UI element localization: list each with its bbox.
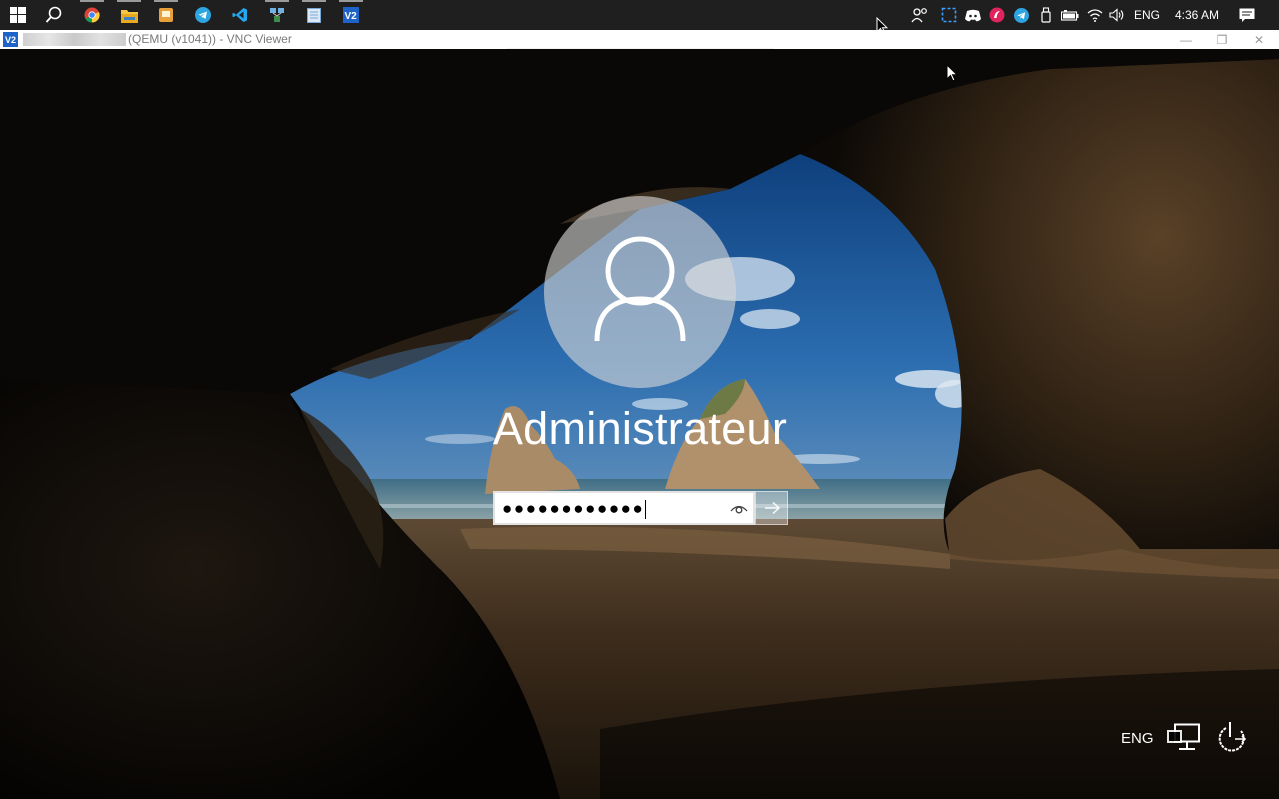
password-field[interactable]: ●●●●●●●●●●●●: [493, 491, 755, 525]
search-button[interactable]: [38, 3, 70, 27]
lockscreen-language[interactable]: ENG: [1121, 730, 1154, 747]
taskbar-app-telegram[interactable]: [187, 3, 219, 27]
reveal-password-icon[interactable]: [729, 499, 749, 519]
vscode-icon: [232, 8, 247, 22]
close-button[interactable]: ✕: [1241, 30, 1277, 49]
vnc-window-titlebar[interactable]: V2 (QEMU (v1041)) - VNC Viewer — ❐ ✕: [0, 30, 1279, 49]
username: Administrateur: [492, 403, 788, 454]
tray-language[interactable]: ENG: [1130, 0, 1164, 30]
tray-volume-button[interactable]: [1106, 0, 1128, 30]
notepad-icon: [307, 8, 321, 23]
battery-icon: [1061, 9, 1079, 21]
minimize-button[interactable]: —: [1168, 30, 1204, 49]
app-red-icon: [989, 7, 1005, 23]
power-options-icon[interactable]: [1214, 722, 1250, 754]
tray-battery-button[interactable]: [1058, 0, 1082, 30]
tray-discord-button[interactable]: [962, 0, 984, 30]
tray-snip-button[interactable]: [938, 0, 960, 30]
taskbar-app-network[interactable]: [261, 0, 293, 27]
taskbar-app-vscode[interactable]: [224, 3, 256, 27]
telegram-tray-icon: [1013, 7, 1029, 23]
tray-clock[interactable]: 4:36 AM: [1166, 0, 1228, 30]
start-button[interactable]: [2, 3, 34, 27]
chrome-icon: [84, 7, 100, 23]
password-value: ●●●●●●●●●●●●: [502, 499, 647, 520]
tray-people-button[interactable]: [908, 0, 932, 30]
tray-language-label: ENG: [1133, 8, 1160, 22]
action-center-button[interactable]: [1234, 0, 1260, 30]
taskbar-app-orange[interactable]: [150, 0, 182, 27]
telegram-icon: [195, 7, 211, 23]
tray-clock-time: 4:36 AM: [1174, 8, 1220, 22]
user-icon: [594, 236, 686, 342]
maximize-button[interactable]: ❐: [1204, 30, 1240, 49]
discord-icon: [965, 9, 981, 21]
people-icon: [911, 8, 927, 23]
snip-icon: [941, 7, 957, 23]
vnc-logo-icon: V2: [3, 32, 18, 47]
remote-mouse-pointer-icon: [946, 64, 958, 82]
network-status-icon[interactable]: [1166, 723, 1201, 754]
tray-usb-button[interactable]: [1036, 0, 1056, 30]
app-icon: [159, 8, 173, 22]
taskbar-app-chrome[interactable]: [76, 0, 108, 27]
folder-icon: [120, 9, 138, 23]
svg-text:V2: V2: [345, 11, 358, 22]
vnc-viewer-icon: V2: [343, 7, 359, 23]
tray-app-red-button[interactable]: [986, 0, 1008, 30]
search-icon: [45, 6, 62, 23]
volume-icon: [1109, 8, 1124, 22]
taskbar-app-file-explorer[interactable]: [113, 0, 145, 27]
user-avatar: [544, 196, 736, 388]
wifi-icon: [1087, 9, 1103, 22]
redacted-host-name: [23, 33, 126, 46]
vnc-window-title: (QEMU (v1041)) - VNC Viewer: [128, 32, 292, 46]
tray-wifi-button[interactable]: [1084, 0, 1106, 30]
tray-telegram-button[interactable]: [1010, 0, 1032, 30]
taskbar-app-vnc-viewer[interactable]: V2: [335, 0, 367, 27]
taskbar: V2 ENG 4:36 AM: [0, 0, 1279, 35]
arrow-right-icon: [764, 501, 780, 515]
network-app-icon: [270, 8, 284, 22]
usb-icon: [1041, 7, 1051, 23]
taskbar-app-notepad[interactable]: [298, 0, 330, 27]
submit-button[interactable]: [755, 491, 788, 525]
windows-logo-icon: [10, 7, 26, 23]
lock-screen: Administrateur ●●●●●●●●●●●● ENG: [0, 49, 1279, 799]
notification-icon: [1239, 8, 1255, 22]
